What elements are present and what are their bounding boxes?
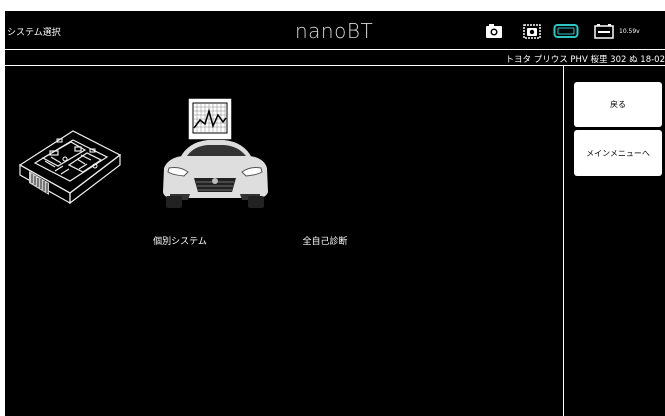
tile-label-full-self-diagnosis: 全自己診断 bbox=[302, 237, 348, 247]
page-title: システム選択 bbox=[7, 28, 61, 38]
car-diagnosis-icon bbox=[163, 97, 268, 208]
ecu-module-icon bbox=[18, 130, 122, 205]
tile-full-self-diagnosis[interactable]: 全自己診断 bbox=[160, 96, 348, 247]
app-screen: システム選択 nanoBT 10.59v トヨタ プリウス PHV 桜里 302… bbox=[5, 11, 665, 416]
tile-individual-system[interactable]: 個別システム bbox=[15, 103, 207, 247]
vehicle-divider bbox=[5, 65, 665, 66]
vehicle-info: トヨタ プリウス PHV 桜里 302 ぬ 18-02 bbox=[505, 55, 665, 65]
back-button[interactable]: 戻る bbox=[574, 82, 662, 127]
camera-icon[interactable] bbox=[485, 23, 503, 39]
sidebar-divider bbox=[563, 66, 564, 416]
battery-voltage: 10.59v bbox=[619, 28, 640, 35]
screenshot-icon[interactable] bbox=[523, 23, 541, 39]
header-divider bbox=[5, 49, 665, 50]
main-menu-button[interactable]: メインメニューへ bbox=[574, 130, 662, 176]
vci-connection-icon[interactable] bbox=[553, 23, 579, 39]
battery-icon bbox=[594, 24, 614, 39]
brand-logo: nanoBT bbox=[295, 19, 374, 43]
top-bar: システム選択 nanoBT 10.59v bbox=[5, 11, 665, 49]
